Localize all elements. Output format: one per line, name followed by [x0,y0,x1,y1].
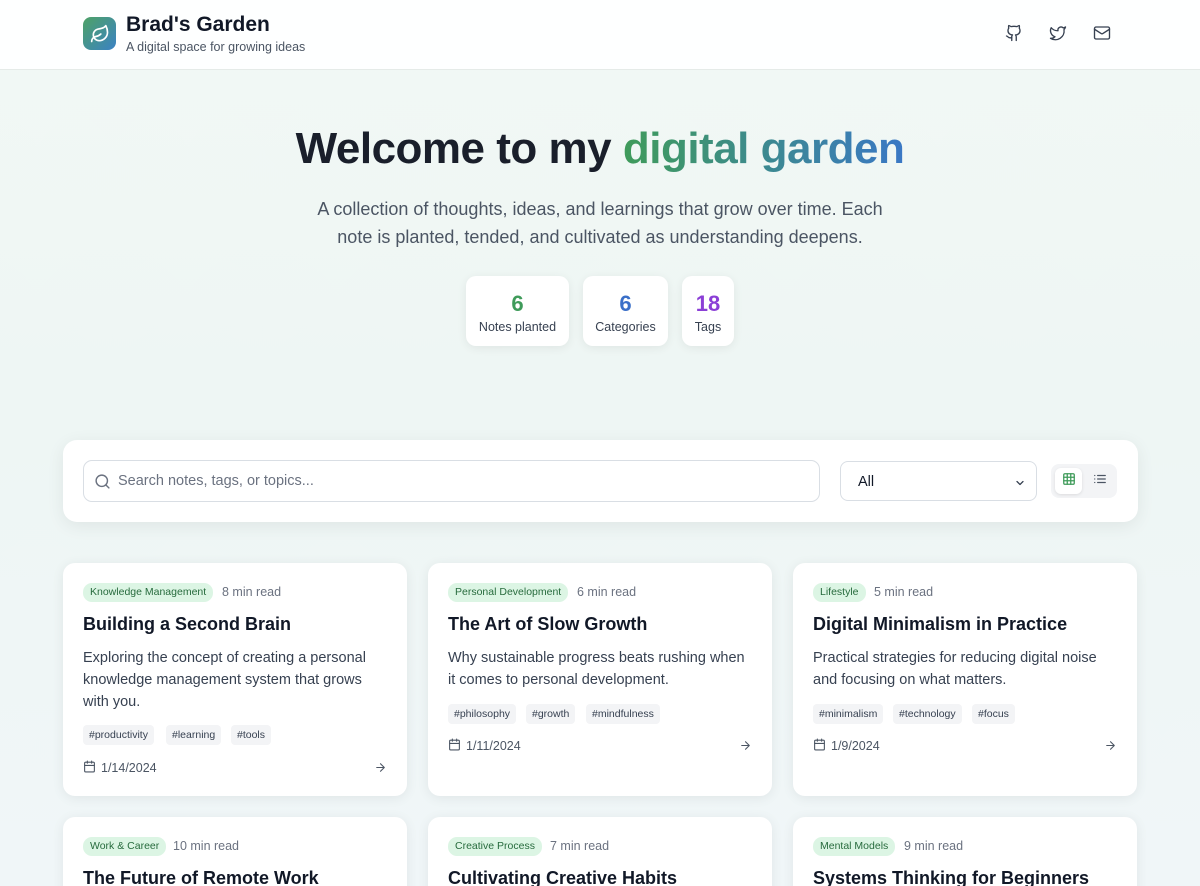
read-time: 9 min read [904,839,964,853]
search-input[interactable] [118,461,808,501]
category-badge[interactable]: Knowledge Management [83,583,214,602]
note-tag[interactable]: #learning [166,725,222,745]
search-icon [94,473,111,495]
category-badge[interactable]: Mental Models [813,837,896,856]
grid-icon [1062,472,1076,491]
stat-categories: 6 Categories [583,276,668,346]
read-time: 8 min read [222,585,282,599]
note-tag[interactable]: #philosophy [448,704,517,724]
hero-description: A collection of thoughts, ideas, and lea… [317,199,883,247]
category-select-value: All [858,474,875,490]
note-title[interactable]: Digital Minimalism in Practice [813,614,1067,635]
search-field[interactable] [83,460,820,502]
note-date-text: 1/14/2024 [101,761,157,775]
note-description: Why sustainable progress beats rushing w… [448,650,745,688]
note-date: 1/14/2024 [83,760,157,776]
stat-notes: 6 Notes planted [466,276,569,346]
site-title[interactable]: Brad's Garden [126,13,270,37]
stat-tags-label: Tags [694,320,722,334]
note-card[interactable]: Creative Process 7 min read Cultivating … [428,817,772,886]
stat-tags: 18 Tags [682,276,734,346]
note-card[interactable]: Lifestyle 5 min read Digital Minimalism … [793,563,1137,796]
chevron-down-icon [1014,476,1026,494]
list-view-button[interactable] [1086,468,1113,494]
calendar-icon [448,738,461,754]
list-icon [1093,472,1107,491]
hero-title: Welcome to my digital garden [0,124,1200,174]
stat-notes-value: 6 [511,291,524,316]
note-card[interactable]: Work & Career 10 min read The Future of … [63,817,407,886]
arrow-right-icon[interactable] [739,739,752,757]
note-tag[interactable]: #growth [526,704,576,724]
stat-categories-value: 6 [619,291,632,316]
stat-tags-value: 18 [695,291,721,316]
hero-title-highlight: digital garden [622,124,905,173]
note-tag[interactable]: #minimalism [813,704,884,724]
note-description: Practical strategies for reducing digita… [813,650,1097,688]
note-date: 1/9/2024 [813,738,880,754]
arrow-right-icon[interactable] [374,761,387,779]
note-card[interactable]: Knowledge Management 8 min read Building… [63,563,407,796]
view-toggle [1051,464,1117,498]
hero-title-prefix: Welcome to my [295,124,612,173]
site-subtitle: A digital space for growing ideas [126,40,306,54]
github-icon[interactable] [1004,23,1024,43]
stat-notes-label: Notes planted [478,320,557,334]
twitter-icon[interactable] [1048,23,1068,43]
note-card[interactable]: Mental Models 9 min read Systems Thinkin… [793,817,1137,886]
stat-categories-label: Categories [595,320,656,334]
site-header: Brad's Garden A digital space for growin… [0,0,1200,70]
category-badge[interactable]: Creative Process [448,837,542,856]
calendar-icon [83,760,96,776]
category-badge[interactable]: Lifestyle [813,583,866,602]
note-title[interactable]: Cultivating Creative Habits [448,868,677,886]
note-tag[interactable]: #productivity [83,725,154,745]
read-time: 5 min read [874,585,934,599]
read-time: 10 min read [173,839,240,853]
read-time: 6 min read [577,585,637,599]
note-title[interactable]: Systems Thinking for Beginners [813,868,1089,886]
note-tag[interactable]: #mindfulness [586,704,660,724]
search-panel: All [63,440,1138,522]
category-select[interactable]: All [840,461,1037,501]
arrow-right-icon[interactable] [1104,739,1117,757]
grid-view-button[interactable] [1055,468,1082,494]
category-badge[interactable]: Work & Career [83,837,167,856]
note-date: 1/11/2024 [448,738,521,754]
note-description: Exploring the concept of creating a pers… [83,650,366,710]
calendar-icon [813,738,826,754]
note-title[interactable]: The Art of Slow Growth [448,614,647,635]
note-card[interactable]: Personal Development 6 min read The Art … [428,563,772,796]
note-title[interactable]: The Future of Remote Work [83,868,319,886]
note-tag[interactable]: #focus [972,704,1015,724]
note-tag[interactable]: #technology [893,704,962,724]
category-badge[interactable]: Personal Development [448,583,569,602]
leaf-logo-icon[interactable] [83,17,116,50]
read-time: 7 min read [550,839,610,853]
note-title[interactable]: Building a Second Brain [83,614,291,635]
note-date-text: 1/11/2024 [466,739,521,753]
mail-icon[interactable] [1092,23,1112,43]
note-date-text: 1/9/2024 [831,739,880,753]
note-tag[interactable]: #tools [231,725,272,745]
